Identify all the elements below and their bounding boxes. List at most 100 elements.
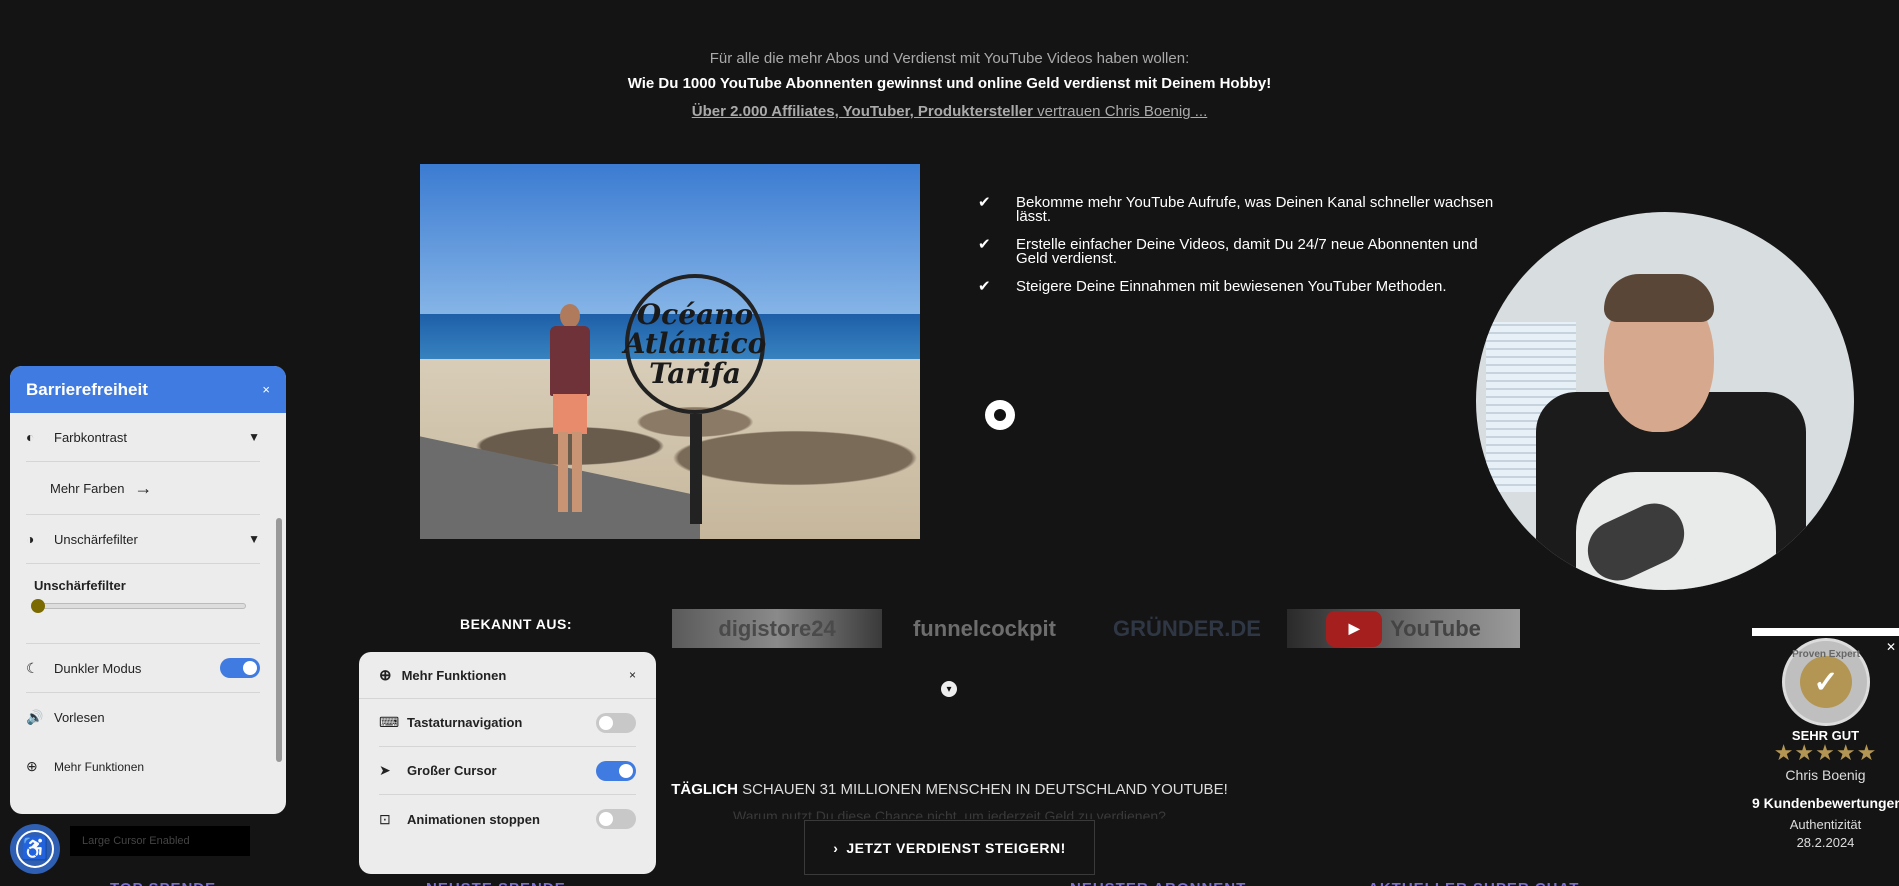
contrast-row[interactable]: ◐ Farbkontrast ▼ — [26, 413, 260, 462]
digistore24-logo: digistore24 — [672, 609, 882, 648]
cta-button[interactable]: › JETZT VERDIENST STEIGERN! — [804, 820, 1095, 875]
close-icon[interactable]: ✕ — [1886, 640, 1896, 654]
large-cursor-toggle[interactable] — [596, 760, 636, 781]
badge-text: Proven Expert — [1792, 649, 1860, 660]
check-text: Erstelle einfacher Deine Videos, damit D… — [1016, 236, 1478, 267]
youtube-logo: ▶ YouTube — [1287, 609, 1520, 648]
checkmark-icon: ✓ — [1800, 656, 1852, 708]
trust-link-rest: vertrauen Chris Boenig ... — [1032, 103, 1208, 120]
contrast-icon: ◐ — [26, 429, 35, 445]
check-icon: ✔ — [978, 194, 991, 211]
more-functions-row[interactable]: ⊕ Mehr Funktionen — [26, 742, 260, 791]
blur-label: Unschärfefilter — [54, 531, 138, 547]
trust-link[interactable]: Über 2.000 Affiliates, YouTuber, Produkt… — [0, 103, 1899, 120]
chevron-down-icon[interactable]: ▼ — [240, 532, 260, 546]
pre-title: Für alle die mehr Abos und Verdienst mit… — [709, 50, 1190, 67]
large-cursor-icon — [985, 400, 1015, 430]
blur-slider[interactable] — [31, 599, 246, 613]
trust-link-bold: Über 2.000 Affiliates, YouTuber, Produkt… — [691, 103, 1033, 120]
stats-rest: SCHAUEN 31 MILLIONEN MENSCHEN IN DEUTSCH… — [737, 781, 1228, 798]
stop-icon: ⊡ — [379, 810, 391, 827]
scroll-down-icon[interactable]: ▾ — [941, 681, 957, 697]
authenticity-label: Authentizität — [1789, 817, 1862, 832]
speaker-icon: 🔊 — [26, 709, 44, 725]
accessibility-header: Barrierefreiheit × — [10, 366, 286, 413]
footer-heading-newest-donation: NEUSTE SPENDE — [426, 880, 566, 886]
cursor-toast: Large Cursor Enabled — [70, 826, 250, 856]
proven-expert-badge[interactable]: Proven Expert ✓ — [1782, 638, 1870, 726]
arrow-right-icon: → — [134, 477, 153, 498]
read-aloud-label: Vorlesen — [54, 710, 105, 725]
check-item: ✔ Steigere Deine Einnahmen mit bewiesenen… — [978, 278, 1498, 295]
more-functions-panel: ⊕ Mehr Funktionen × ⌨ Tastaturnavigation… — [359, 652, 656, 874]
check-text: Steigere Deine Einnahmen mit bewiesenen … — [1016, 278, 1447, 295]
plus-circle-icon: ⊕ — [379, 667, 392, 684]
webcam-video[interactable] — [1476, 212, 1854, 590]
funnelcockpit-logo: funnelcockpit — [912, 615, 1056, 641]
chevron-down-icon[interactable]: ▼ — [240, 430, 260, 444]
authenticity-date: 28.2.2024 — [1796, 835, 1855, 850]
gruender-logo: GRÜNDER.DE — [1113, 615, 1261, 641]
stop-animations-row[interactable]: ⊡ Animationen stoppen — [379, 795, 636, 843]
stats-subline: Warum nutzt Du diese Chance nicht, um je… — [733, 808, 1166, 819]
more-colors-link[interactable]: Mehr Farben → — [26, 462, 260, 515]
blur-filter-row[interactable]: ◑ Unschärfefilter ▼ — [26, 515, 260, 564]
known-from-logos: digistore24 funnelcockpit GRÜNDER.DE ▶ Yo… — [672, 609, 1520, 648]
dark-mode-toggle[interactable] — [220, 658, 260, 678]
dark-mode-label: Dunkler Modus — [54, 660, 142, 676]
proven-expert-bar — [1752, 628, 1899, 636]
check-icon: ✔ — [978, 236, 991, 253]
footer-heading-super-chat: AKTUELLER SUPER CHAT — [1368, 880, 1579, 886]
main-title: Wie Du 1000 YouTube Abonnenten gewinnst … — [627, 75, 1272, 92]
check-text: Bekomme mehr YouTube Aufrufe, was Deinen… — [1016, 194, 1494, 225]
stop-animations-label: Animationen stoppen — [407, 811, 540, 827]
keyboard-nav-toggle[interactable] — [596, 712, 636, 733]
youtube-logo-text: YouTube — [1390, 615, 1481, 641]
accessibility-panel: Barrierefreiheit × ◐ Farbkontrast ▼ Mehr… — [10, 366, 286, 814]
contrast-label: Farbkontrast — [54, 429, 127, 445]
blur-icon: ◑ — [26, 531, 35, 547]
read-aloud-row[interactable]: 🔊 Vorlesen — [26, 693, 260, 742]
more-colors-label: Mehr Farben — [50, 480, 125, 496]
footer-heading-top-donation: TOP SPENDE — [110, 880, 216, 886]
expert-name: Chris Boenig — [1785, 767, 1866, 783]
chevron-right-icon: › — [833, 839, 839, 856]
plus-circle-icon: ⊕ — [26, 758, 38, 774]
known-from-label: BEKANNT AUS: — [460, 616, 573, 632]
youtube-play-icon: ▶ — [1326, 610, 1383, 647]
keyboard-nav-label: Tastaturnavigation — [407, 715, 523, 730]
accessibility-body: ◐ Farbkontrast ▼ Mehr Farben → ◑ Unschär… — [10, 413, 276, 814]
dark-mode-row[interactable]: ☾ Dunkler Modus — [26, 644, 260, 693]
star-rating: ★★★★★ — [1773, 740, 1878, 765]
large-cursor-row[interactable]: ➤ Großer Cursor — [379, 747, 636, 795]
benefit-checklist: ✔ Bekomme mehr YouTube Aufrufe, was Deine… — [978, 194, 1498, 308]
slider-handle[interactable] — [31, 599, 45, 613]
oceano-sign: Océano Atlántico Tarifa — [623, 274, 767, 414]
sign-text: Océano Atlántico Tarifa — [623, 297, 767, 390]
stop-animations-toggle[interactable] — [596, 809, 636, 829]
keyboard-nav-row[interactable]: ⌨ Tastaturnavigation — [379, 699, 636, 747]
more-functions-label: Mehr Funktionen — [54, 759, 145, 774]
person-figure — [550, 304, 590, 524]
close-icon[interactable]: × — [262, 382, 270, 397]
large-cursor-label: Großer Cursor — [407, 763, 497, 778]
check-icon: ✔ — [978, 278, 991, 295]
more-functions-header: ⊕ Mehr Funktionen × — [359, 652, 656, 699]
cta-label: JETZT VERDIENST STEIGERN! — [846, 839, 1066, 856]
moon-icon: ☾ — [26, 659, 39, 676]
review-count[interactable]: 9 Kundenbewertungen — [1752, 795, 1899, 811]
footer-heading-newest-subscriber: NEUSTER ABONNENT — [1070, 880, 1246, 886]
keyboard-icon: ⌨ — [379, 714, 400, 730]
beach-photo: Océano Atlántico Tarifa — [420, 164, 920, 539]
blur-slider-label: Unschärfefilter — [34, 578, 126, 593]
panel-scrollbar[interactable] — [276, 418, 282, 808]
accessibility-icon: ♿ — [16, 830, 54, 868]
accessibility-button[interactable]: ♿ — [10, 824, 60, 874]
more-functions-title: Mehr Funktionen — [401, 667, 507, 683]
cursor-icon: ➤ — [379, 762, 391, 778]
check-item: ✔ Erstelle einfacher Deine Videos, damit … — [978, 236, 1498, 267]
close-icon[interactable]: × — [629, 668, 636, 682]
check-item: ✔ Bekomme mehr YouTube Aufrufe, was Deine… — [978, 194, 1498, 225]
accessibility-title: Barrierefreiheit — [26, 379, 148, 399]
stats-bold: TÄGLICH — [671, 781, 738, 798]
